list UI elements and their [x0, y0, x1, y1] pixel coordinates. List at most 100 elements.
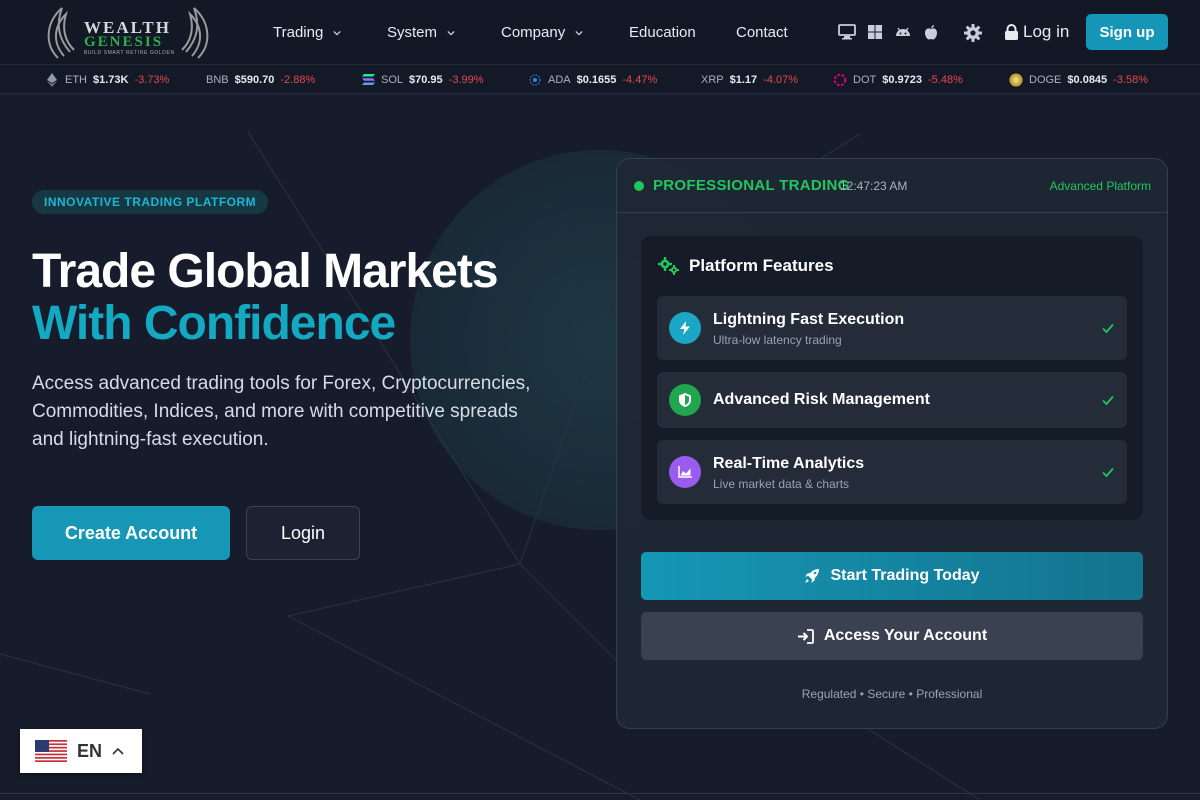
feature-title: Lightning Fast Execution — [713, 311, 905, 328]
android-icon[interactable] — [894, 23, 912, 41]
hero-description: Access advanced trading tools for Forex,… — [32, 373, 531, 450]
features-heading: Platform Features — [657, 256, 834, 276]
ticker-item[interactable]: BNB $590.70 -2.88% — [206, 65, 316, 93]
nav-item-label: Trading — [273, 24, 324, 41]
ticker-change: -4.07% — [763, 73, 799, 86]
signup-button[interactable]: Sign up — [1086, 14, 1168, 50]
feature-subtitle: Ultra-low latency trading — [713, 333, 842, 347]
ticker-change: -5.48% — [928, 73, 963, 86]
ticker-change: -3.58% — [1113, 73, 1149, 86]
card-footer-note: Regulated • Secure • Professional — [801, 687, 983, 701]
ticker-symbol: DOT — [853, 73, 877, 86]
login-link-label: Log in — [1023, 22, 1070, 41]
language-code: EN — [77, 740, 103, 761]
feature-subtitle: Live market data & charts — [713, 477, 850, 491]
nav-item-label: Education — [629, 24, 696, 41]
check-icon — [1102, 323, 1114, 334]
ticker-price: $1.17 — [729, 73, 758, 86]
sign-in-icon — [797, 628, 814, 644]
trading-card: PROFESSIONAL TRADING 12:47:23 AM Advance… — [616, 158, 1168, 729]
ticker-item[interactable]: SOL $70.95 -3.99% — [361, 65, 484, 93]
features-heading-text: Platform Features — [689, 256, 834, 275]
sol-coin-icon — [361, 73, 375, 87]
ticker-item[interactable]: DOGE $0.0845 -3.58% — [1009, 65, 1149, 93]
ticker-change: -3.73% — [134, 73, 170, 86]
chevron-down-icon — [575, 30, 583, 36]
ticker-item[interactable]: ADA $0.1655 -4.47% — [528, 65, 658, 93]
nav-item-contact[interactable]: Contact — [736, 24, 788, 41]
check-icon — [1102, 467, 1114, 478]
feature-item-analytics: Real-Time Analytics Live market data & c… — [657, 440, 1127, 504]
ticker-price: $590.70 — [234, 73, 275, 86]
feature-item-execution: Lightning Fast Execution Ultra-low laten… — [657, 296, 1127, 360]
ticker-change: -3.99% — [448, 73, 484, 86]
rocket-icon — [805, 569, 820, 583]
ticker-item[interactable]: XRP $1.17 -4.07% — [701, 65, 799, 93]
ticker-price: $0.1655 — [576, 73, 617, 86]
access-account-label: Access Your Account — [823, 627, 988, 644]
crypto-ticker: ETH $1.73K -3.73% BNB $590.70 -2.88% SOL… — [0, 65, 1200, 94]
create-account-button[interactable]: Create Account — [32, 506, 230, 560]
login-button[interactable]: Login — [246, 506, 360, 560]
ticker-change: -2.88% — [280, 73, 316, 86]
chevron-up-icon — [112, 747, 124, 755]
nav-item-trading[interactable]: Trading — [273, 24, 341, 41]
windows-icon[interactable] — [866, 23, 884, 41]
apple-icon[interactable] — [922, 23, 940, 41]
ticker-price: $1.73K — [93, 73, 129, 86]
ticker-item[interactable]: DOT $0.9723 -5.48% — [833, 65, 963, 93]
desktop-icon[interactable] — [838, 23, 856, 41]
page-bottom-divider — [0, 793, 1200, 794]
ticker-symbol: SOL — [381, 73, 404, 86]
gears-icon — [658, 257, 679, 275]
doge-coin-icon — [1009, 72, 1023, 87]
nav-item-company[interactable]: Company — [501, 24, 583, 41]
live-status-dot — [634, 181, 644, 191]
dot-coin-icon — [833, 73, 847, 87]
logo-wordmark-genesis: GENESIS — [84, 34, 164, 50]
feature-title: Real-Time Analytics — [713, 455, 865, 472]
ticker-item[interactable]: ETH $1.73K -3.73% — [45, 65, 170, 93]
ticker-price: $0.0845 — [1067, 73, 1108, 86]
platform-icons — [838, 23, 940, 41]
card-header: PROFESSIONAL TRADING 12:47:23 AM Advance… — [617, 159, 1167, 213]
access-account-button[interactable]: Access Your Account — [641, 612, 1143, 660]
logo-text: WEALTH GENESIS BUILD SMART RETIRE GOLDEN — [84, 18, 175, 56]
ticker-change: -4.47% — [622, 73, 658, 86]
bolt-icon — [669, 312, 701, 344]
lock-icon — [1005, 23, 1018, 40]
check-icon — [1102, 395, 1114, 406]
features-panel: Platform Features Lightning Fast Executi… — [641, 236, 1143, 520]
live-clock: 12:47:23 AM — [840, 179, 908, 193]
hero-title-accent: With Confidence — [32, 297, 396, 350]
us-flag-icon — [35, 740, 67, 762]
nav-item-system[interactable]: System — [387, 24, 455, 41]
ticker-symbol: ADA — [548, 73, 571, 86]
login-link[interactable]: Log in — [1004, 22, 1069, 42]
ticker-symbol: BNB — [206, 73, 229, 86]
ticker-symbol: DOGE — [1029, 73, 1062, 86]
nav-item-label: Company — [501, 24, 566, 41]
ada-coin-icon — [528, 73, 542, 87]
nav-item-label: Contact — [736, 24, 788, 41]
language-selector[interactable]: EN — [20, 729, 142, 773]
nav-item-education[interactable]: Education — [629, 24, 696, 41]
nav-item-label: System — [387, 24, 438, 41]
platform-badge: INNOVATIVE TRADING PLATFORM — [32, 190, 269, 214]
feature-item-risk: Advanced Risk Management — [657, 372, 1127, 428]
shield-icon — [669, 384, 701, 416]
ticker-price: $70.95 — [409, 73, 443, 86]
ticker-symbol: ETH — [65, 73, 87, 86]
platform-label: Advanced Platform — [1049, 179, 1151, 193]
brand-logo[interactable]: WEALTH GENESIS BUILD SMART RETIRE GOLDEN — [40, 4, 216, 62]
chart-icon — [669, 456, 701, 488]
start-trading-label: Start Trading Today — [830, 567, 980, 584]
hero-title: Trade Global Markets — [32, 245, 499, 298]
chevron-down-icon — [333, 30, 341, 36]
ticker-price: $0.9723 — [882, 73, 922, 86]
card-status-title: PROFESSIONAL TRADING — [653, 177, 850, 194]
top-navbar: WEALTH GENESIS BUILD SMART RETIRE GOLDEN… — [0, 0, 1200, 65]
logo-tagline: BUILD SMART RETIRE GOLDEN — [84, 50, 175, 56]
gear-icon[interactable] — [963, 23, 983, 43]
start-trading-button[interactable]: Start Trading Today — [641, 552, 1143, 600]
